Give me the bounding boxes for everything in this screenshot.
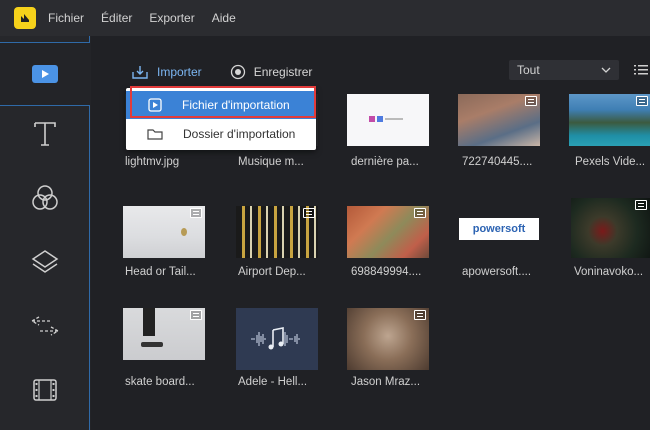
media-name: skate board... [125,376,195,388]
sidebar-item-overlays[interactable] [0,230,90,294]
media-tile-9[interactable] [571,198,650,258]
media-name: Voninavoko... [574,266,644,278]
folder-import-label: Dossier d'importation [183,127,296,141]
media-tile-6[interactable] [236,206,318,258]
filter-select-value: Tout [517,63,540,77]
sidebar-item-elements[interactable] [0,358,90,422]
app-window: Fichier Éditer Exporter Aide Importer En… [0,0,650,430]
toolbar: Importer Enregistrer [131,64,340,80]
media-name: Head or Tail... [125,266,196,278]
media-name: apowersoft.... [462,266,532,278]
media-tile-7[interactable] [347,206,429,258]
video-badge-icon [190,310,202,320]
menu-bar: Fichier Éditer Exporter Aide [0,0,650,36]
record-button[interactable]: Enregistrer [230,64,313,80]
record-icon [230,64,245,80]
menu-fichier[interactable]: Fichier [48,11,84,25]
sidebar-item-transitions[interactable] [0,294,90,358]
media-tile-12[interactable] [347,308,429,370]
media-tile-5[interactable] [123,206,205,258]
menu-item-file-import[interactable]: Fichier d'importation [126,91,316,119]
video-badge-icon [635,200,647,210]
chevron-down-icon [601,67,611,73]
sidebar-item-text[interactable] [0,102,90,166]
layers-icon [31,250,59,273]
video-badge-icon [525,96,537,106]
music-icon [251,327,300,350]
file-play-icon [148,98,162,112]
sidebar-item-media[interactable] [0,42,90,106]
media-name: 698849994.... [351,266,422,278]
media-name: 722740445.... [462,156,533,168]
media-name: Pexels Vide... [575,156,646,168]
app-logo-icon [14,7,36,29]
media-tile-4[interactable] [569,94,650,146]
list-view-icon[interactable] [634,64,648,76]
media-tile-10[interactable] [123,308,205,360]
menu-editer[interactable]: Éditer [101,11,132,25]
record-label: Enregistrer [253,65,313,79]
menu-exporter[interactable]: Exporter [149,11,194,25]
media-name: dernière pa... [351,156,419,168]
film-icon [33,379,57,401]
video-badge-icon [190,208,202,218]
video-badge-icon [636,96,648,106]
media-tile-11[interactable] [236,308,318,370]
media-name: Musique m... [238,156,304,168]
media-name: Adele - Hell... [238,376,308,388]
video-badge-icon [414,208,426,218]
filter-select[interactable]: Tout [509,60,619,80]
file-import-label: Fichier d'importation [182,98,290,112]
text-icon [34,122,56,146]
transitions-icon [30,316,60,336]
media-icon [32,65,58,83]
menu-aide[interactable]: Aide [212,11,236,25]
import-label: Importer [157,65,202,79]
media-name: lightmv.jpg [125,156,180,168]
import-button[interactable]: Importer [131,64,202,80]
folder-icon [147,129,163,140]
video-badge-icon [414,310,426,320]
apowersoft-logo-text: powersoft [472,223,526,235]
menu-item-folder-import[interactable]: Dossier d'importation [126,120,316,148]
import-icon [132,66,148,79]
sidebar-item-filters[interactable] [0,166,90,230]
media-name: Jason Mraz... [351,376,421,388]
media-tile-2[interactable] [347,94,429,146]
filters-icon [32,185,58,210]
media-tile-3[interactable] [458,94,540,146]
sidebar [0,36,90,430]
media-name: Airport Dep... [238,266,306,278]
media-tile-8[interactable]: powersoft [459,218,539,240]
video-badge-icon [303,208,315,218]
import-dropdown-menu: Fichier d'importation Dossier d'importat… [126,88,316,150]
